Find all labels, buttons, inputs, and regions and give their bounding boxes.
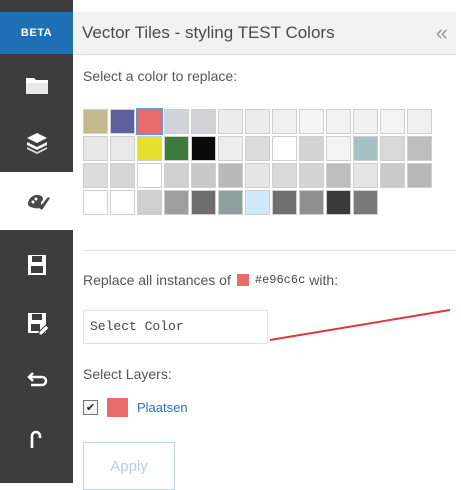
color-swatch[interactable] — [218, 163, 243, 188]
undo-button[interactable] — [0, 352, 73, 410]
open-button[interactable] — [0, 56, 73, 114]
color-swatch[interactable] — [299, 136, 324, 161]
color-swatch[interactable] — [407, 136, 432, 161]
color-swatch[interactable] — [191, 109, 216, 134]
save-button[interactable] — [0, 236, 73, 294]
style-colors-button[interactable] — [0, 172, 73, 230]
color-palette — [83, 108, 432, 215]
color-swatch[interactable] — [380, 163, 405, 188]
color-swatch[interactable] — [326, 190, 351, 215]
color-swatch[interactable] — [353, 190, 378, 215]
color-swatch[interactable] — [299, 109, 324, 134]
styling-panel: Vector Tiles - styling TEST Colors « Sel… — [73, 12, 456, 490]
color-swatch[interactable] — [164, 190, 189, 215]
layer-name[interactable]: Plaatsen — [137, 400, 188, 415]
color-swatch[interactable] — [326, 136, 351, 161]
color-swatch[interactable] — [110, 136, 135, 161]
color-swatch[interactable] — [299, 163, 324, 188]
color-swatch[interactable] — [272, 190, 297, 215]
color-swatch[interactable] — [326, 163, 351, 188]
color-swatch[interactable] — [245, 190, 270, 215]
beta-badge: BETA — [0, 12, 73, 54]
panel-title: Vector Tiles - styling TEST Colors — [82, 23, 335, 42]
color-swatch[interactable] — [380, 109, 405, 134]
color-swatch[interactable] — [218, 136, 243, 161]
layers-button[interactable] — [0, 114, 73, 172]
color-swatch[interactable] — [83, 136, 108, 161]
collapse-panel-icon[interactable]: « — [436, 20, 448, 46]
color-swatch[interactable] — [164, 136, 189, 161]
selected-color-hex: #e96c6c — [254, 273, 306, 287]
divider — [83, 250, 456, 251]
color-swatch[interactable] — [272, 109, 297, 134]
color-swatch[interactable] — [218, 190, 243, 215]
panel-header: Vector Tiles - styling TEST Colors « — [73, 12, 456, 55]
color-swatch[interactable] — [137, 190, 162, 215]
color-swatch[interactable] — [326, 109, 351, 134]
select-color-prompt: Select a color to replace: — [83, 68, 238, 84]
color-swatch[interactable] — [218, 109, 243, 134]
save-as-icon — [27, 313, 50, 336]
color-swatch[interactable] — [83, 163, 108, 188]
color-swatch[interactable] — [191, 163, 216, 188]
color-swatch[interactable] — [245, 163, 270, 188]
color-swatch[interactable] — [407, 163, 432, 188]
color-swatch[interactable] — [407, 109, 432, 134]
color-swatch[interactable] — [110, 190, 135, 215]
color-swatch[interactable] — [191, 136, 216, 161]
color-swatch[interactable] — [353, 136, 378, 161]
open-folder-icon — [25, 78, 48, 94]
save-icon — [27, 255, 46, 275]
color-swatch[interactable] — [191, 190, 216, 215]
palette-brush-icon — [27, 194, 50, 210]
replace-suffix: with: — [309, 272, 339, 288]
replace-instruction: Replace all instances of #e96c6c with: — [83, 272, 338, 288]
color-swatch[interactable] — [380, 136, 405, 161]
select-layers-label: Select Layers: — [83, 366, 172, 382]
color-swatch[interactable] — [137, 136, 162, 161]
color-swatch[interactable] — [110, 163, 135, 188]
redo-button[interactable] — [0, 410, 73, 468]
color-swatch[interactable] — [299, 190, 324, 215]
replace-prefix: Replace all instances of — [83, 272, 231, 288]
color-swatch[interactable] — [83, 109, 108, 134]
color-swatch[interactable] — [110, 109, 135, 134]
redo-icon — [30, 430, 41, 448]
color-swatch[interactable] — [164, 163, 189, 188]
color-swatch[interactable] — [272, 136, 297, 161]
color-swatch[interactable] — [164, 109, 189, 134]
layers-icon — [26, 133, 47, 154]
selected-color-chip — [236, 274, 249, 286]
save-as-button[interactable] — [0, 294, 73, 352]
color-swatch[interactable] — [136, 108, 163, 135]
color-swatch[interactable] — [245, 109, 270, 134]
red-annotation-line — [269, 309, 451, 341]
color-swatch[interactable] — [353, 109, 378, 134]
layer-row[interactable]: ✔ Plaatsen — [83, 398, 188, 417]
color-swatch[interactable] — [137, 163, 162, 188]
color-swatch[interactable] — [272, 163, 297, 188]
color-swatch[interactable] — [353, 163, 378, 188]
layer-color-chip — [107, 398, 128, 417]
left-toolbar: BETA — [0, 0, 73, 483]
color-swatch[interactable] — [83, 190, 108, 215]
layer-checkbox[interactable]: ✔ — [83, 400, 98, 415]
select-color-field[interactable]: Select Color — [83, 310, 268, 344]
undo-icon — [26, 372, 47, 387]
color-swatch[interactable] — [245, 136, 270, 161]
